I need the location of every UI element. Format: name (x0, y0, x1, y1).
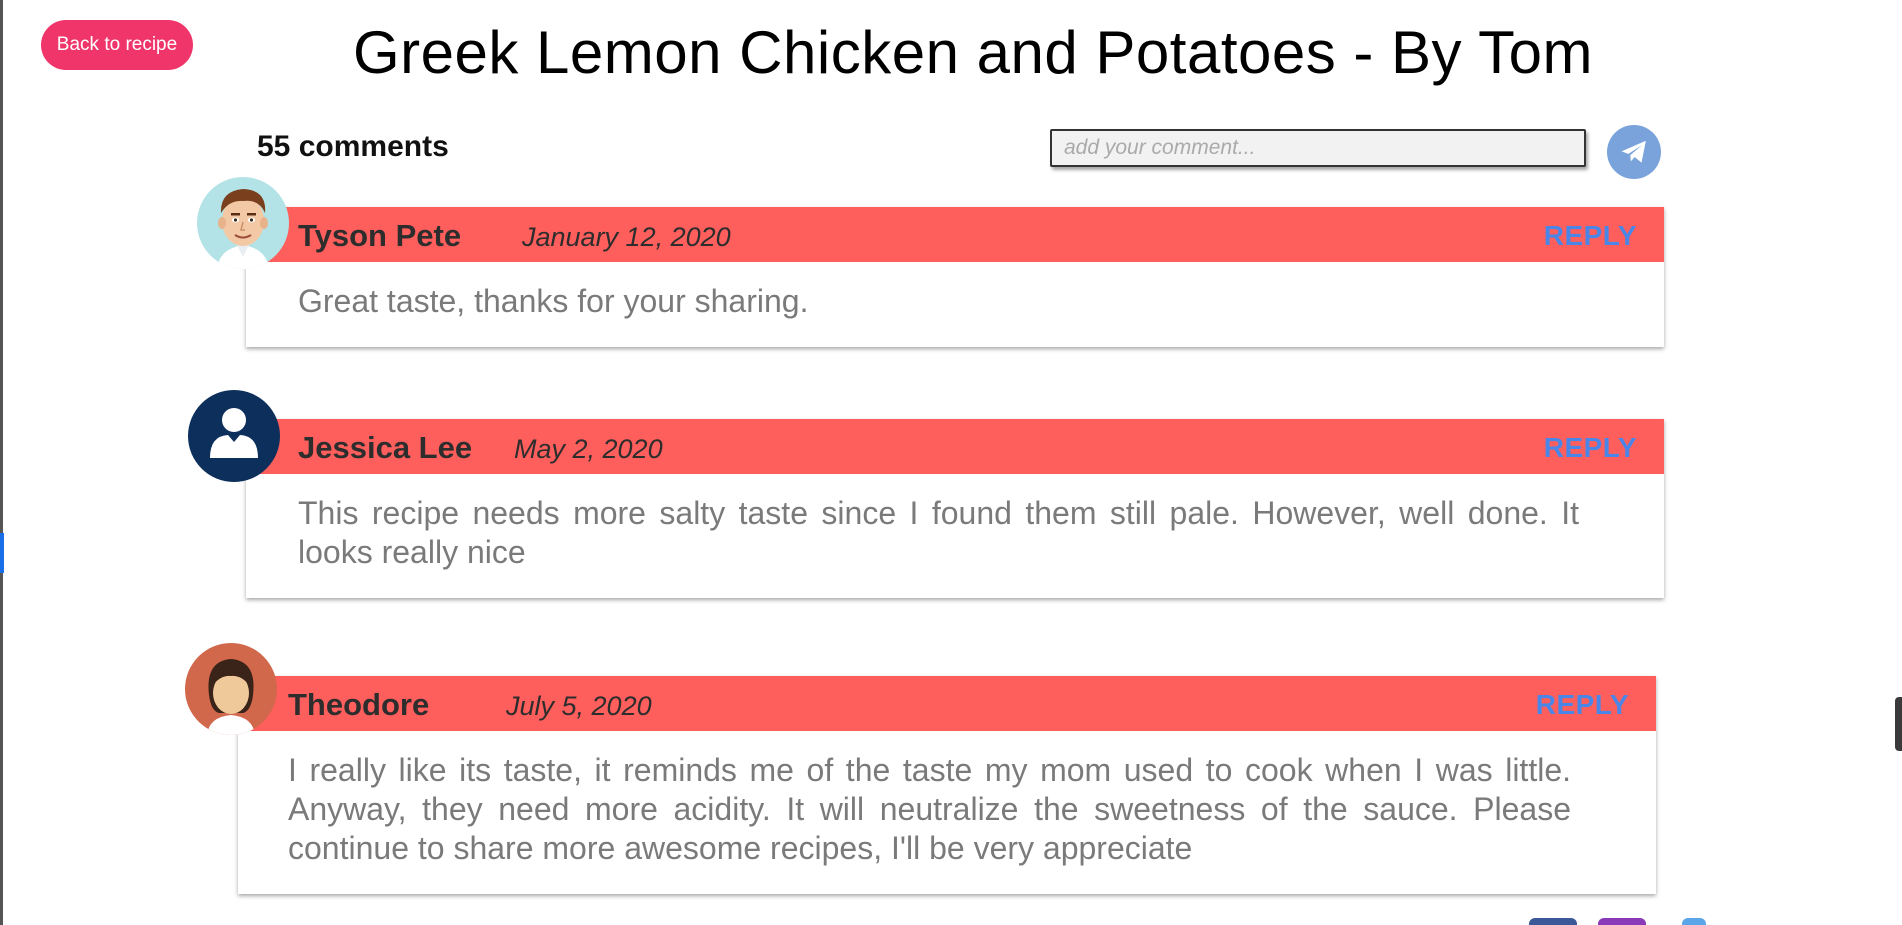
comment-date: July 5, 2020 (506, 691, 652, 721)
comment-text: Great taste, thanks for your sharing. (298, 283, 809, 319)
comment-date: May 2, 2020 (514, 434, 663, 464)
paper-plane-icon (1621, 140, 1646, 163)
scrollbar-thumb[interactable] (1895, 697, 1902, 751)
comment-card: Theodore July 5, 2020 REPLY I really lik… (238, 676, 1656, 894)
woman-cartoon-avatar (185, 643, 277, 735)
comment-author: Theodore (288, 687, 430, 722)
left-edge-marker (0, 533, 4, 573)
comment-card: Tyson Pete January 12, 2020 REPLY Great … (246, 207, 1664, 347)
comment-input[interactable] (1050, 129, 1586, 167)
comment-header: Jessica Lee May 2, 2020 REPLY (246, 419, 1664, 474)
facebook-icon[interactable] (1529, 918, 1577, 925)
comment-author: Tyson Pete (298, 218, 462, 253)
instagram-icon[interactable] (1598, 918, 1646, 925)
comment-text: I really like its taste, it reminds me o… (288, 752, 1571, 866)
man-cartoon-avatar (197, 177, 289, 269)
window-left-edge (0, 0, 3, 925)
comment-header: Theodore July 5, 2020 REPLY (238, 676, 1656, 731)
comment-header: Tyson Pete January 12, 2020 REPLY (246, 207, 1664, 262)
reply-button[interactable]: REPLY (1544, 432, 1637, 464)
reply-button[interactable]: REPLY (1544, 220, 1637, 252)
user-silhouette-avatar (188, 390, 280, 482)
twitter-icon[interactable] (1682, 918, 1706, 925)
comment-count: 55 comments (257, 130, 449, 163)
comment-date: January 12, 2020 (522, 222, 731, 252)
reply-button[interactable]: REPLY (1536, 689, 1629, 721)
comment-text: This recipe needs more salty taste since… (298, 495, 1579, 570)
comment-card: Jessica Lee May 2, 2020 REPLY This recip… (246, 419, 1664, 598)
send-comment-button[interactable] (1607, 125, 1661, 179)
page-title: Greek Lemon Chicken and Potatoes - By To… (352, 19, 1593, 86)
comment-author: Jessica Lee (298, 430, 473, 465)
